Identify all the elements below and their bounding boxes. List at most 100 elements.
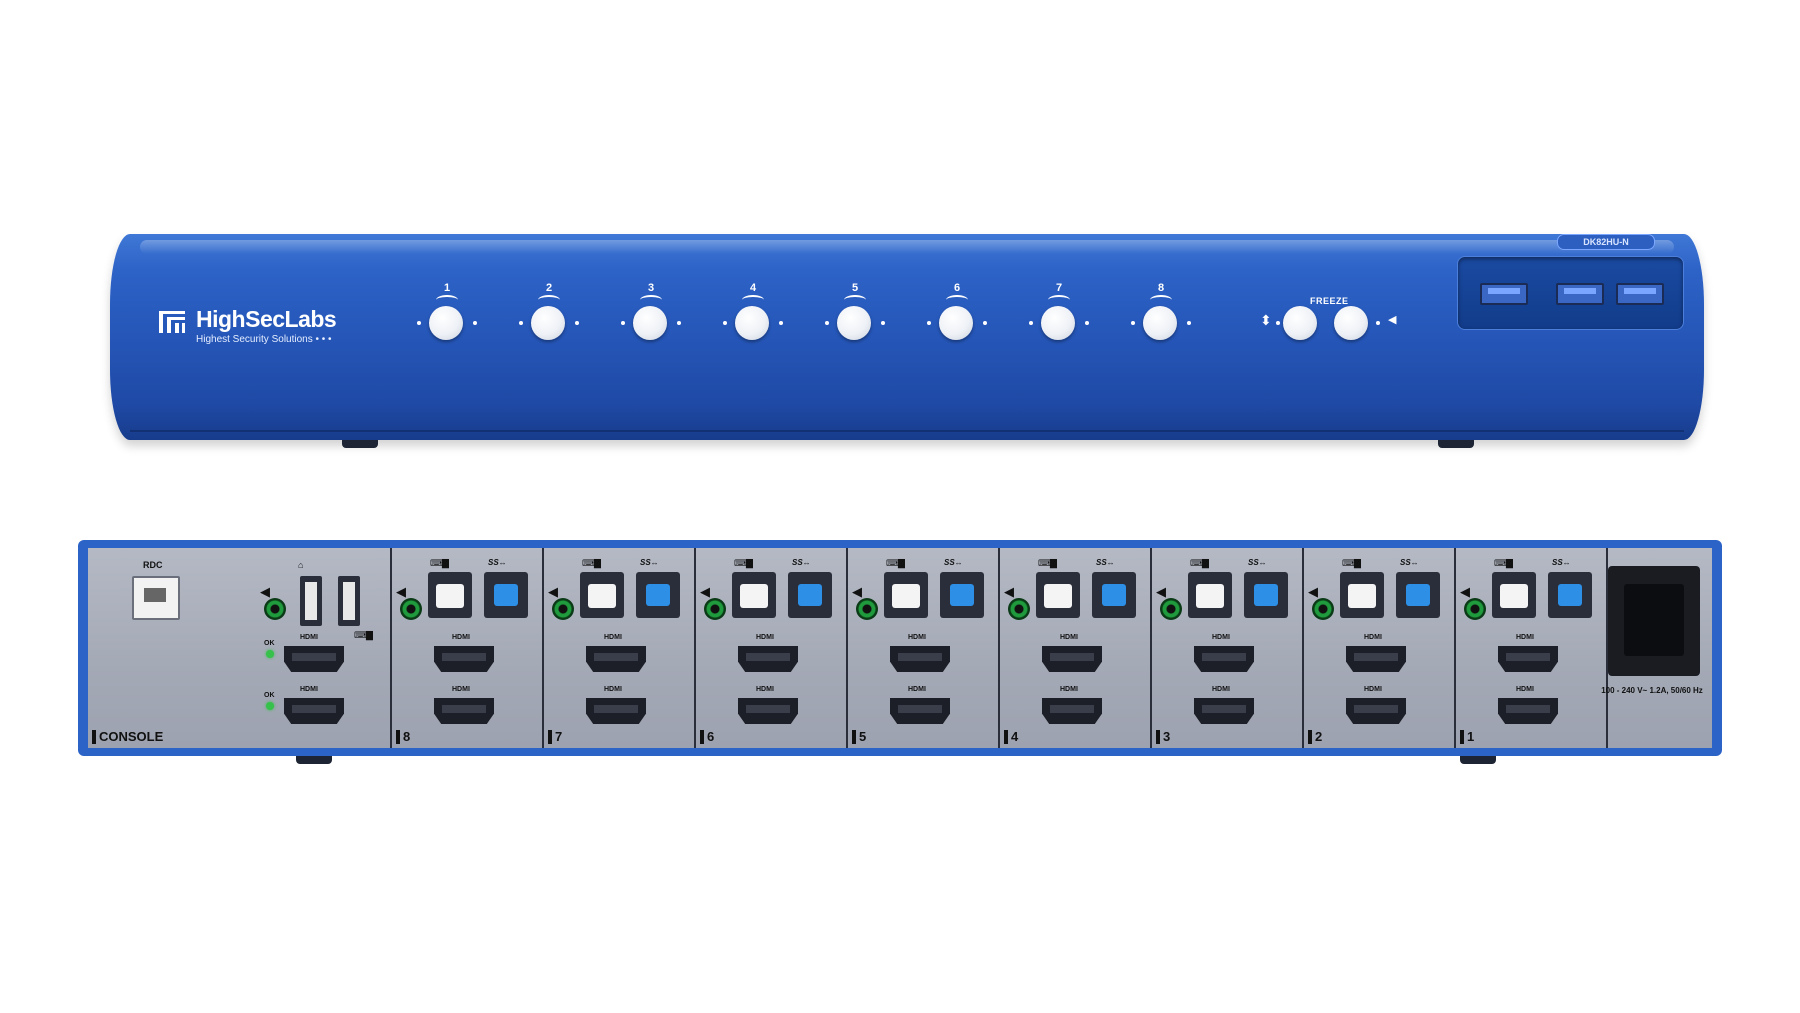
hdmi-console-port-2[interactable] — [284, 698, 344, 724]
usb-b-port[interactable] — [884, 572, 928, 618]
speaker-icon: ◀ — [1156, 584, 1166, 599]
hdmi-port-2[interactable] — [1346, 698, 1406, 724]
usb-b-port[interactable] — [580, 572, 624, 618]
port-select-button-1[interactable] — [429, 306, 463, 340]
port-button-group-8: 8 — [1126, 282, 1196, 362]
rdc-port[interactable] — [132, 576, 180, 620]
hdmi-port-2[interactable] — [1042, 698, 1102, 724]
front-highlight — [140, 240, 1674, 254]
hdmi-port-2[interactable] — [1498, 698, 1558, 724]
usb3-b-port[interactable] — [788, 572, 832, 618]
port-select-button-7[interactable] — [1041, 306, 1075, 340]
keyboard-icon: ⌨▇ — [582, 558, 601, 568]
audio-jack[interactable] — [400, 598, 422, 620]
port-select-button-6[interactable] — [939, 306, 973, 340]
superspeed-label: SS↔ — [792, 558, 811, 567]
usb-b-port[interactable] — [428, 572, 472, 618]
hdmi-label: HDMI — [1212, 634, 1230, 641]
usb-b-port[interactable] — [732, 572, 776, 618]
channel-section-5: ◀ ⌨▇ SS↔ HDMI HDMI 5 — [846, 548, 1000, 748]
hdmi-label: HDMI — [1060, 686, 1078, 693]
superspeed-label: SS↔ — [1096, 558, 1115, 567]
rubber-foot — [1438, 440, 1474, 448]
audio-jack[interactable] — [1312, 598, 1334, 620]
keyboard-icon: ⌨▇ — [354, 630, 373, 640]
hdmi-port-2[interactable] — [738, 698, 798, 724]
audio-jack[interactable] — [704, 598, 726, 620]
led-dot-icon — [1376, 321, 1380, 325]
keyboard-icon: ⌨▇ — [734, 558, 753, 568]
usb3-b-port[interactable] — [940, 572, 984, 618]
usb3-b-port[interactable] — [1396, 572, 1440, 618]
hdmi-label: HDMI — [1364, 686, 1382, 693]
freeze-button[interactable] — [1334, 306, 1368, 340]
usb-console-port-2[interactable] — [338, 576, 360, 626]
hdmi-port-2[interactable] — [434, 698, 494, 724]
keyboard-icon: ⌨▇ — [1038, 558, 1057, 568]
port-select-button-2[interactable] — [531, 306, 565, 340]
usb3-b-port[interactable] — [636, 572, 680, 618]
rdc-label: RDC — [143, 560, 163, 570]
usb-a-port-2[interactable] — [1556, 283, 1604, 305]
hdmi-port-2[interactable] — [890, 698, 950, 724]
port-select-button-8[interactable] — [1143, 306, 1177, 340]
usb-a-port-3[interactable] — [1616, 283, 1664, 305]
hdmi-port-1[interactable] — [586, 646, 646, 672]
usb-console-port-1[interactable] — [300, 576, 322, 626]
port-indicator-icon — [436, 295, 458, 305]
led-dot-icon — [417, 321, 421, 325]
hdmi-port-1[interactable] — [738, 646, 798, 672]
hdmi-port-2[interactable] — [1194, 698, 1254, 724]
speaker-icon: ◀ — [700, 584, 710, 599]
hdmi-label: HDMI — [1516, 634, 1534, 641]
hdmi-port-2[interactable] — [586, 698, 646, 724]
channel-label: 5 — [852, 730, 866, 744]
audio-jack[interactable] — [264, 598, 286, 620]
led-dot-icon — [519, 321, 523, 325]
led-dot-icon — [825, 321, 829, 325]
channel-section-1: ◀ ⌨▇ SS↔ HDMI HDMI 1 — [1454, 548, 1608, 748]
usb-b-port[interactable] — [1036, 572, 1080, 618]
audio-jack[interactable] — [1464, 598, 1486, 620]
port-indicator-icon — [844, 295, 866, 305]
port-number: 6 — [953, 282, 961, 294]
usb-b-port[interactable] — [1492, 572, 1536, 618]
channel-section-4: ◀ ⌨▇ SS↔ HDMI HDMI 4 — [998, 548, 1152, 748]
led-dot-icon — [1276, 321, 1280, 325]
rubber-foot — [342, 440, 378, 448]
power-section: 100 - 240 V~ 1.2A, 50/60 Hz — [1601, 548, 1714, 748]
audio-jack[interactable] — [552, 598, 574, 620]
hdmi-port-1[interactable] — [434, 646, 494, 672]
port-indicator-icon — [1150, 295, 1172, 305]
logo-icon — [159, 311, 185, 333]
usb-b-port[interactable] — [1188, 572, 1232, 618]
keyboard-icon: ⌨▇ — [886, 558, 905, 568]
usb3-b-port[interactable] — [1244, 572, 1288, 618]
hdmi-port-1[interactable] — [1346, 646, 1406, 672]
led-dot-icon — [473, 321, 477, 325]
usb-button[interactable] — [1283, 306, 1317, 340]
hdmi-console-port-1[interactable] — [284, 646, 344, 672]
audio-jack[interactable] — [856, 598, 878, 620]
hdmi-port-1[interactable] — [1498, 646, 1558, 672]
rear-plate: RDC ◀ ⌂ ⌨▇ OK HDMI OK HDMI CONSOLE ◀ ⌨▇ … — [88, 548, 1712, 748]
channel-label: 4 — [1004, 730, 1018, 744]
usb-b-port[interactable] — [1340, 572, 1384, 618]
usb3-b-port[interactable] — [484, 572, 528, 618]
port-select-button-4[interactable] — [735, 306, 769, 340]
hdmi-port-1[interactable] — [1042, 646, 1102, 672]
power-inlet[interactable] — [1608, 566, 1700, 676]
audio-jack[interactable] — [1008, 598, 1030, 620]
hdmi-port-1[interactable] — [1194, 646, 1254, 672]
usb3-b-port[interactable] — [1092, 572, 1136, 618]
audio-jack[interactable] — [1160, 598, 1182, 620]
port-button-group-6: 6 — [922, 282, 992, 362]
led-dot-icon — [881, 321, 885, 325]
hdmi-label: HDMI — [300, 634, 318, 641]
hdmi-port-1[interactable] — [890, 646, 950, 672]
port-select-button-3[interactable] — [633, 306, 667, 340]
ok-label: OK — [264, 640, 275, 647]
usb-a-port-1[interactable] — [1480, 283, 1528, 305]
usb3-b-port[interactable] — [1548, 572, 1592, 618]
port-select-button-5[interactable] — [837, 306, 871, 340]
